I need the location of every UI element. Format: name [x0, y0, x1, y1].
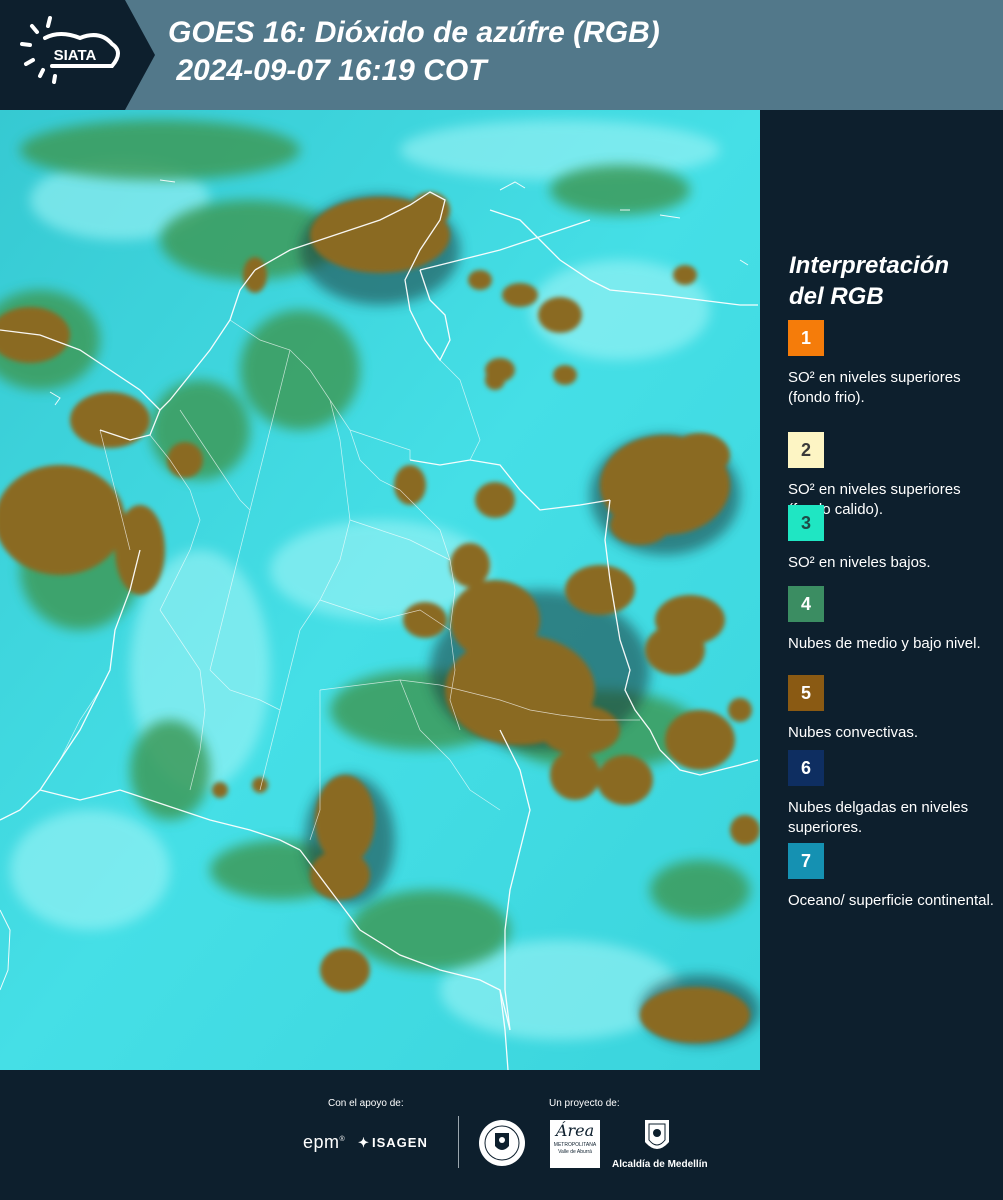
legend-swatch: 5	[788, 675, 824, 711]
legend-label: SO² en niveles superiores (fondo frio).	[788, 369, 961, 406]
legend-swatch: 3	[788, 505, 824, 541]
siata-logo-text: SIATA	[54, 47, 97, 64]
legend-swatch: 2	[788, 432, 824, 468]
legend-item-6: 6 Nubes delgadas en niveles superiores.	[788, 750, 998, 838]
epm-logo: epm®	[303, 1132, 346, 1152]
legend-label: Nubes convectivas.	[788, 724, 919, 741]
legend-label: Nubes de medio y bajo nivel.	[788, 635, 981, 652]
rgb-satellite-image	[0, 110, 760, 1070]
satellite-map[interactable]	[0, 110, 760, 1070]
support-label: Con el apoyo de:	[328, 1098, 404, 1109]
legend-label: SO² en niveles bajos.	[788, 554, 931, 571]
legend-panel: Interpretación del RGB 1 SO² en niveles s…	[760, 110, 1003, 1070]
footer-bar: Con el apoyo de: Un proyecto de: epm® ✦ I…	[0, 1070, 1003, 1200]
legend-item-4: 4 Nubes de medio y bajo nivel.	[788, 586, 998, 654]
legend-item-1: 1 SO² en niveles superiores (fondo frio).	[788, 320, 998, 408]
title-line-2: 2024-09-07 16:19 COT	[168, 54, 487, 87]
alcaldia-label: Alcaldía de Medellín	[612, 1159, 708, 1170]
legend-swatch: 6	[788, 750, 824, 786]
page-title: GOES 16: Dióxido de azúfre (RGB) 2024-09…	[168, 14, 660, 90]
header-bar: SIATA GOES 16: Dióxido de azúfre (RGB) 2…	[0, 0, 1003, 110]
legend-item-7: 7 Oceano/ superficie continental.	[788, 843, 998, 911]
project-label: Un proyecto de:	[549, 1098, 620, 1109]
area-metropolitana-logo: Área METROPOLITANA Valle de Aburrá	[550, 1120, 600, 1168]
footer-divider	[458, 1116, 459, 1168]
isagen-logo: ✦ ISAGEN	[358, 1135, 428, 1150]
legend-title-line-2: del RGB	[789, 283, 884, 310]
siata-logo-badge: SIATA	[0, 0, 155, 110]
isagen-mark-icon: ✦	[358, 1135, 370, 1150]
legend-item-5: 5 Nubes convectivas.	[788, 675, 998, 743]
legend-item-3: 3 SO² en niveles bajos.	[788, 505, 998, 573]
legend-title-line-1: Interpretación	[789, 252, 950, 279]
legend-label: Nubes delgadas en niveles superiores.	[788, 799, 969, 836]
legend-swatch: 4	[788, 586, 824, 622]
alcaldia-shield-icon	[645, 1120, 669, 1149]
title-line-1: GOES 16: Dióxido de azúfre (RGB)	[168, 16, 660, 49]
legend-label: Oceano/ superficie continental.	[788, 892, 994, 909]
medellin-seal-icon	[479, 1120, 525, 1166]
legend-swatch: 1	[788, 320, 824, 356]
legend-title: Interpretación del RGB	[789, 250, 949, 312]
legend-swatch: 7	[788, 843, 824, 879]
